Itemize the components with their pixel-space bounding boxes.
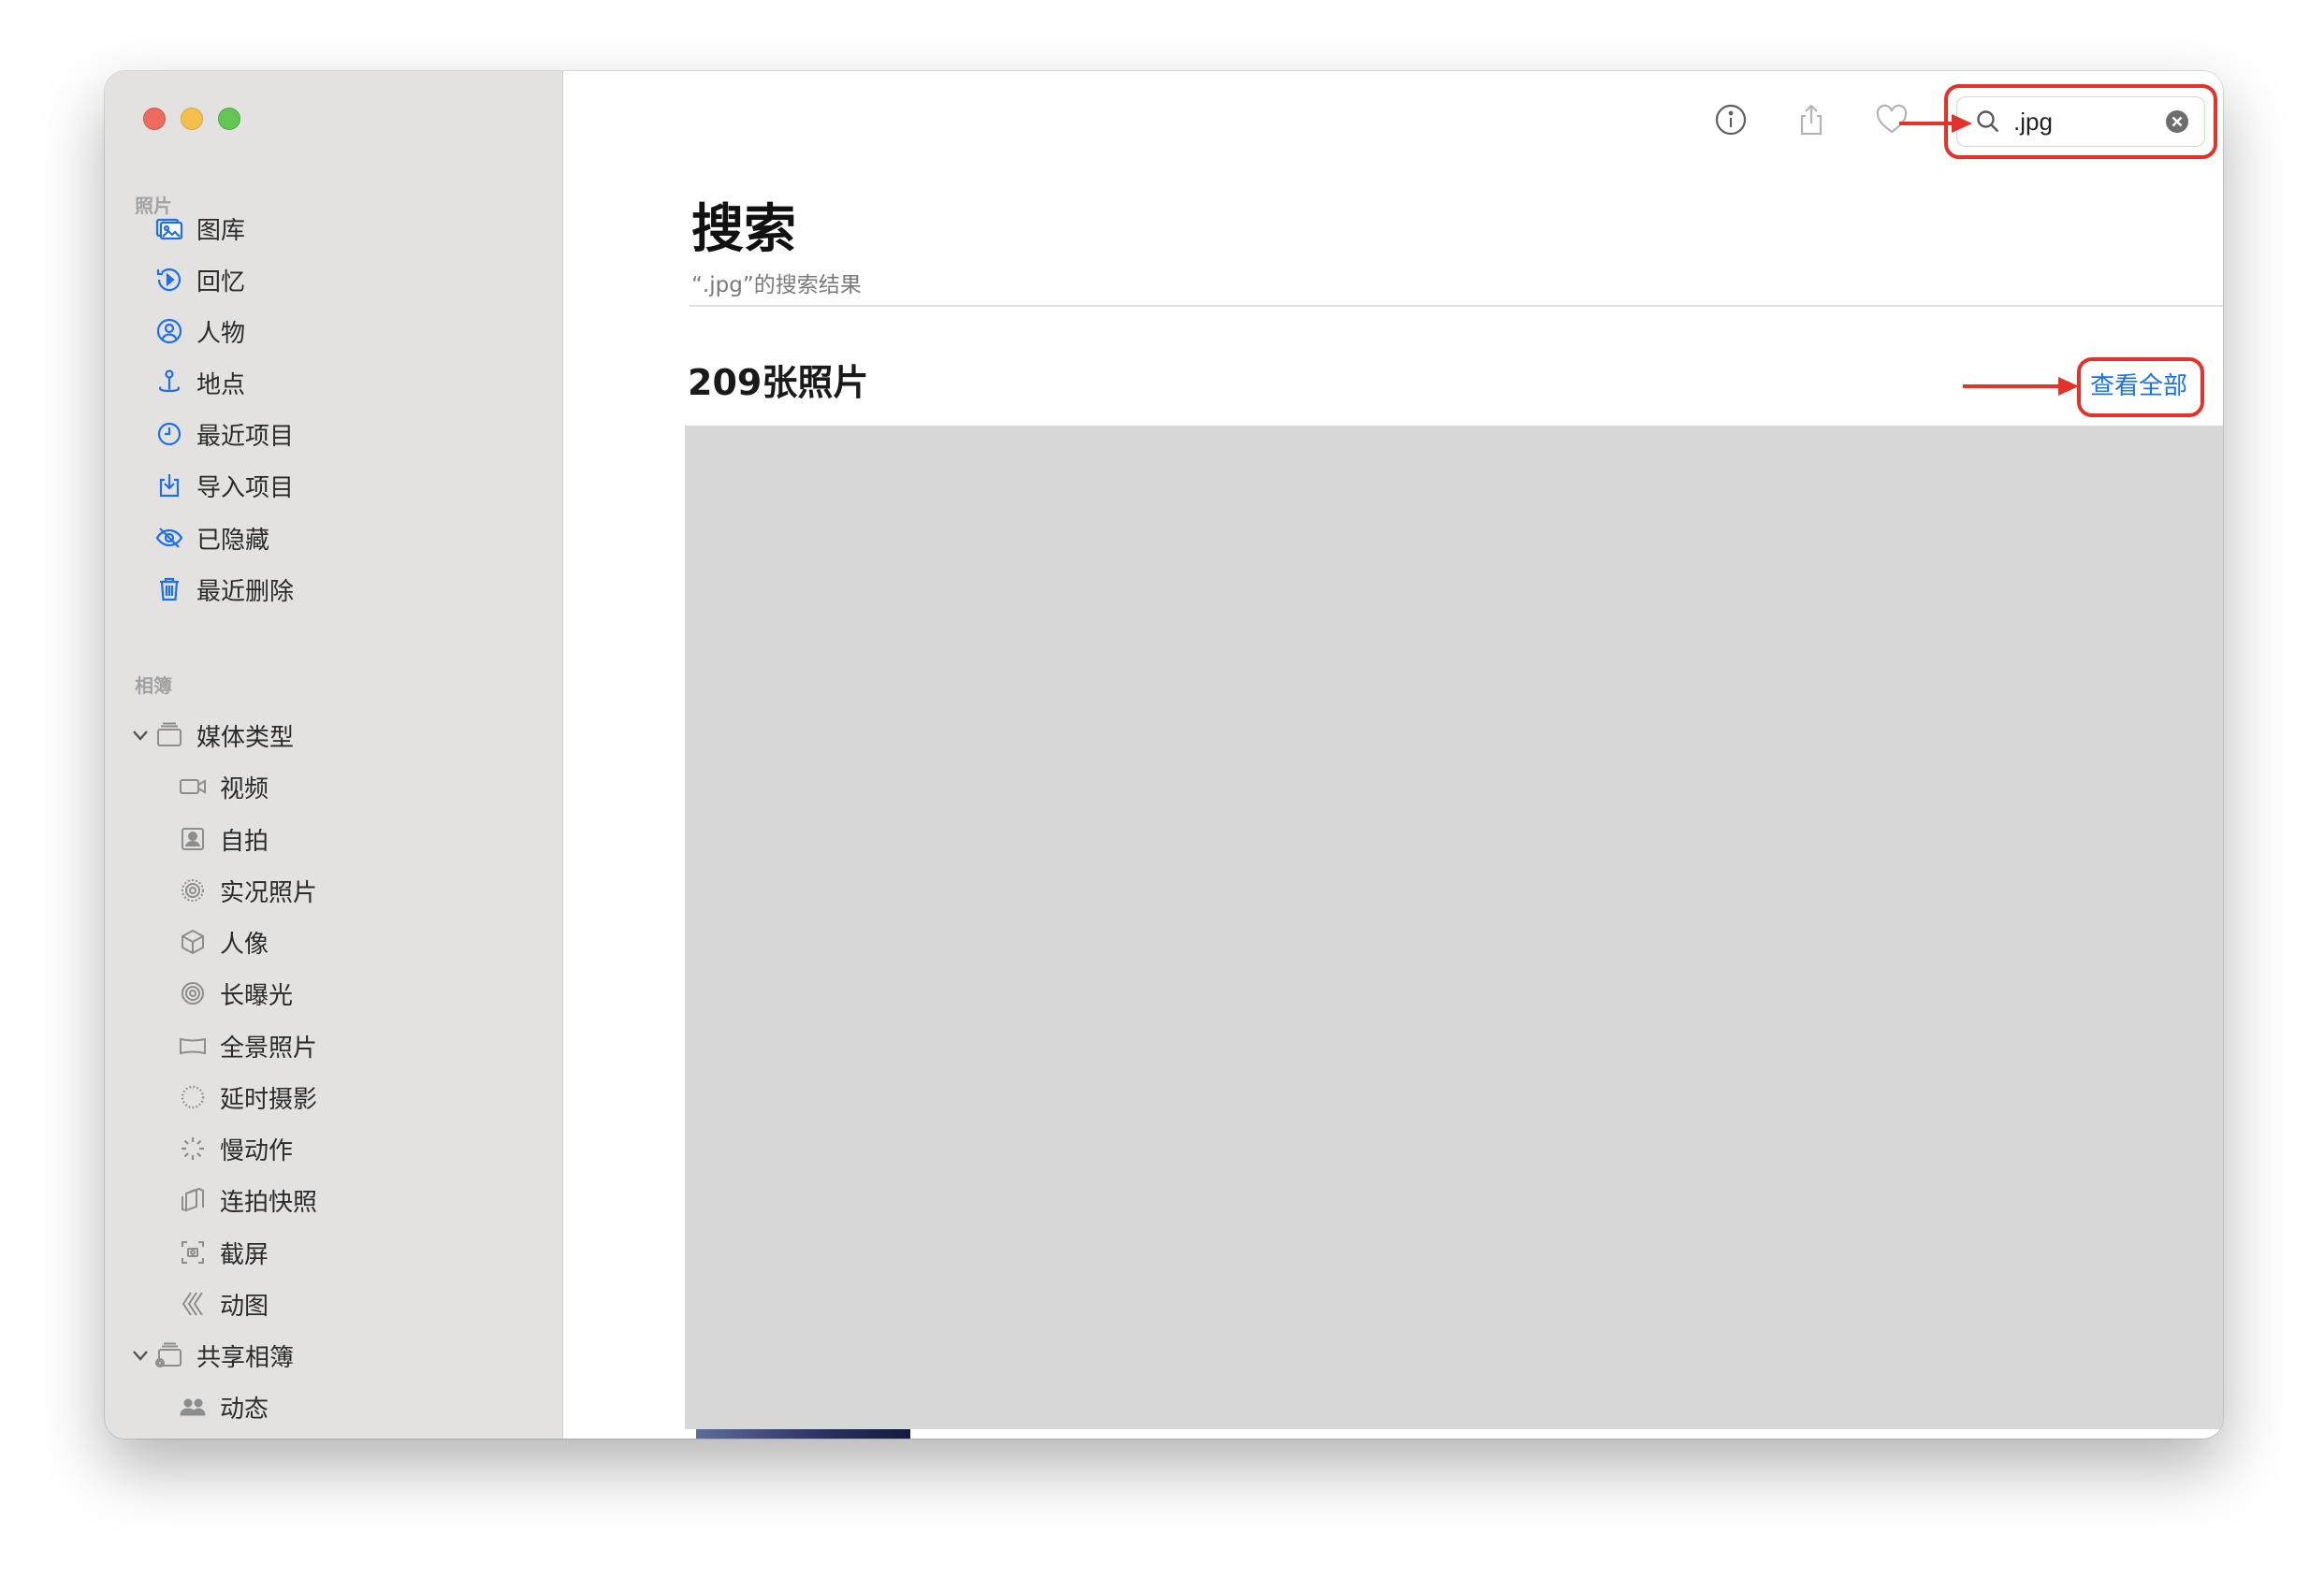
video-icon [177, 771, 209, 803]
burst-icon [177, 1184, 209, 1216]
annotation-arrow-icon [1899, 114, 1972, 133]
sidebar-item-activity[interactable]: 动态 [177, 1384, 269, 1429]
sidebar-item-label: 自拍 [220, 827, 269, 856]
page-title: 搜索 [691, 199, 796, 260]
sidebar-item-label: 视频 [220, 774, 269, 803]
sidebar-item-label: 动态 [220, 1395, 269, 1424]
hidden-eye-icon [153, 522, 185, 554]
window-close-button[interactable] [143, 108, 166, 130]
live-photo-icon [177, 875, 209, 906]
sidebar-item-animated[interactable]: 动图 [177, 1281, 269, 1326]
sidebar-item-recently-deleted[interactable]: 最近删除 [153, 567, 294, 612]
timelapse-icon [177, 1081, 209, 1113]
sidebar-item-label: 截屏 [220, 1240, 269, 1269]
info-button[interactable] [1712, 101, 1750, 138]
shared-album-icon [153, 1339, 185, 1371]
selfie-icon [177, 823, 209, 855]
header-divider [690, 305, 2223, 307]
sidebar-item-long-exposure[interactable]: 长曝光 [177, 971, 293, 1016]
sidebar-item-label: 最近删除 [196, 577, 295, 606]
photo-thumbnail[interactable] [696, 1429, 910, 1439]
sidebar-item-screenshots[interactable]: 截屏 [177, 1230, 269, 1275]
sidebar-item-slo-mo[interactable]: 慢动作 [177, 1126, 293, 1171]
chevron-down-icon[interactable] [130, 1345, 151, 1366]
sidebar-item-label: 导入项目 [196, 473, 295, 502]
sidebar-item-selfies[interactable]: 自拍 [177, 817, 269, 861]
trash-icon [153, 573, 185, 605]
share-button[interactable] [1793, 101, 1830, 138]
window-zoom-button[interactable] [218, 108, 240, 130]
sidebar-item-label: 图库 [196, 216, 246, 245]
sidebar-item-live-photos[interactable]: 实况照片 [177, 868, 317, 913]
sidebar-item-label: 人像 [220, 930, 269, 959]
sidebar-item-label: 长曝光 [220, 981, 294, 1010]
sidebar-item-label: 共享相簿 [196, 1343, 295, 1372]
sidebar-item-portrait[interactable]: 人像 [177, 919, 269, 964]
sidebar-item-videos[interactable]: 视频 [177, 764, 269, 809]
screenshot-icon [177, 1237, 209, 1268]
import-icon [153, 470, 185, 501]
sidebar-item-label: 实况照片 [220, 878, 318, 907]
share-icon [1800, 104, 1823, 136]
photo-library-icon [153, 212, 185, 244]
sidebar-group-media-types[interactable]: 媒体类型 [153, 713, 294, 758]
photos-window: 照片 图库 回忆 人物 地点 最近项目 导入项目 已隐藏 最近删除 相簿 媒体类… [105, 71, 2223, 1439]
sidebar-item-label: 慢动作 [220, 1136, 294, 1165]
sidebar-item-label: 回忆 [196, 268, 246, 297]
sidebar: 照片 图库 回忆 人物 地点 最近项目 导入项目 已隐藏 最近删除 相簿 媒体类… [105, 71, 563, 1439]
window-minimize-button[interactable] [181, 108, 203, 130]
album-stack-icon [153, 719, 185, 751]
sidebar-group-shared-albums[interactable]: 共享相簿 [153, 1333, 294, 1378]
search-results-subtitle: “.jpg”的搜索结果 [691, 273, 862, 297]
annotation-arrow-icon [1963, 377, 2079, 396]
sidebar-item-label: 地点 [196, 370, 246, 399]
long-exposure-icon [177, 977, 209, 1009]
sidebar-item-panoramas[interactable]: 全景照片 [177, 1023, 317, 1068]
photo-count-heading: 209张照片 [688, 362, 869, 403]
sidebar-item-imports[interactable]: 导入项目 [153, 463, 294, 508]
sidebar-item-places[interactable]: 地点 [153, 360, 245, 405]
search-results-grid[interactable] [685, 426, 2223, 1429]
animated-icon [177, 1288, 209, 1320]
recents-clock-icon [153, 418, 185, 450]
people-icon [153, 315, 185, 347]
activity-people-icon [177, 1391, 209, 1423]
sidebar-item-recents[interactable]: 最近项目 [153, 412, 294, 456]
sidebar-item-label: 延时摄影 [220, 1085, 318, 1114]
sidebar-item-timelapse[interactable]: 延时摄影 [177, 1075, 317, 1120]
sidebar-item-people[interactable]: 人物 [153, 309, 245, 354]
annotation-highlight-see-all [2077, 357, 2204, 417]
annotation-highlight-search [1944, 84, 2217, 159]
sidebar-item-label: 已隐藏 [196, 526, 270, 555]
sidebar-item-label: 最近项目 [196, 422, 295, 451]
sidebar-item-label: 连拍快照 [220, 1188, 318, 1217]
sidebar-item-label: 人物 [196, 319, 246, 348]
sidebar-item-memories[interactable]: 回忆 [153, 257, 245, 302]
main-content: 搜索 “.jpg”的搜索结果 209张照片 查看全部 [563, 71, 2223, 1439]
sidebar-item-label: 全景照片 [220, 1034, 318, 1063]
sidebar-item-label: 媒体类型 [196, 723, 295, 752]
chevron-down-icon[interactable] [130, 725, 151, 745]
memories-icon [153, 264, 185, 296]
places-icon [153, 367, 185, 398]
info-icon [1715, 104, 1747, 136]
sidebar-section-albums: 相簿 [135, 674, 172, 697]
panorama-icon [177, 1030, 209, 1062]
portrait-cube-icon [177, 926, 209, 958]
sidebar-item-bursts[interactable]: 连拍快照 [177, 1178, 317, 1223]
sidebar-item-label: 动图 [220, 1292, 269, 1321]
sidebar-item-hidden[interactable]: 已隐藏 [153, 515, 269, 560]
slow-motion-icon [177, 1133, 209, 1165]
sidebar-item-library[interactable]: 图库 [153, 206, 245, 251]
